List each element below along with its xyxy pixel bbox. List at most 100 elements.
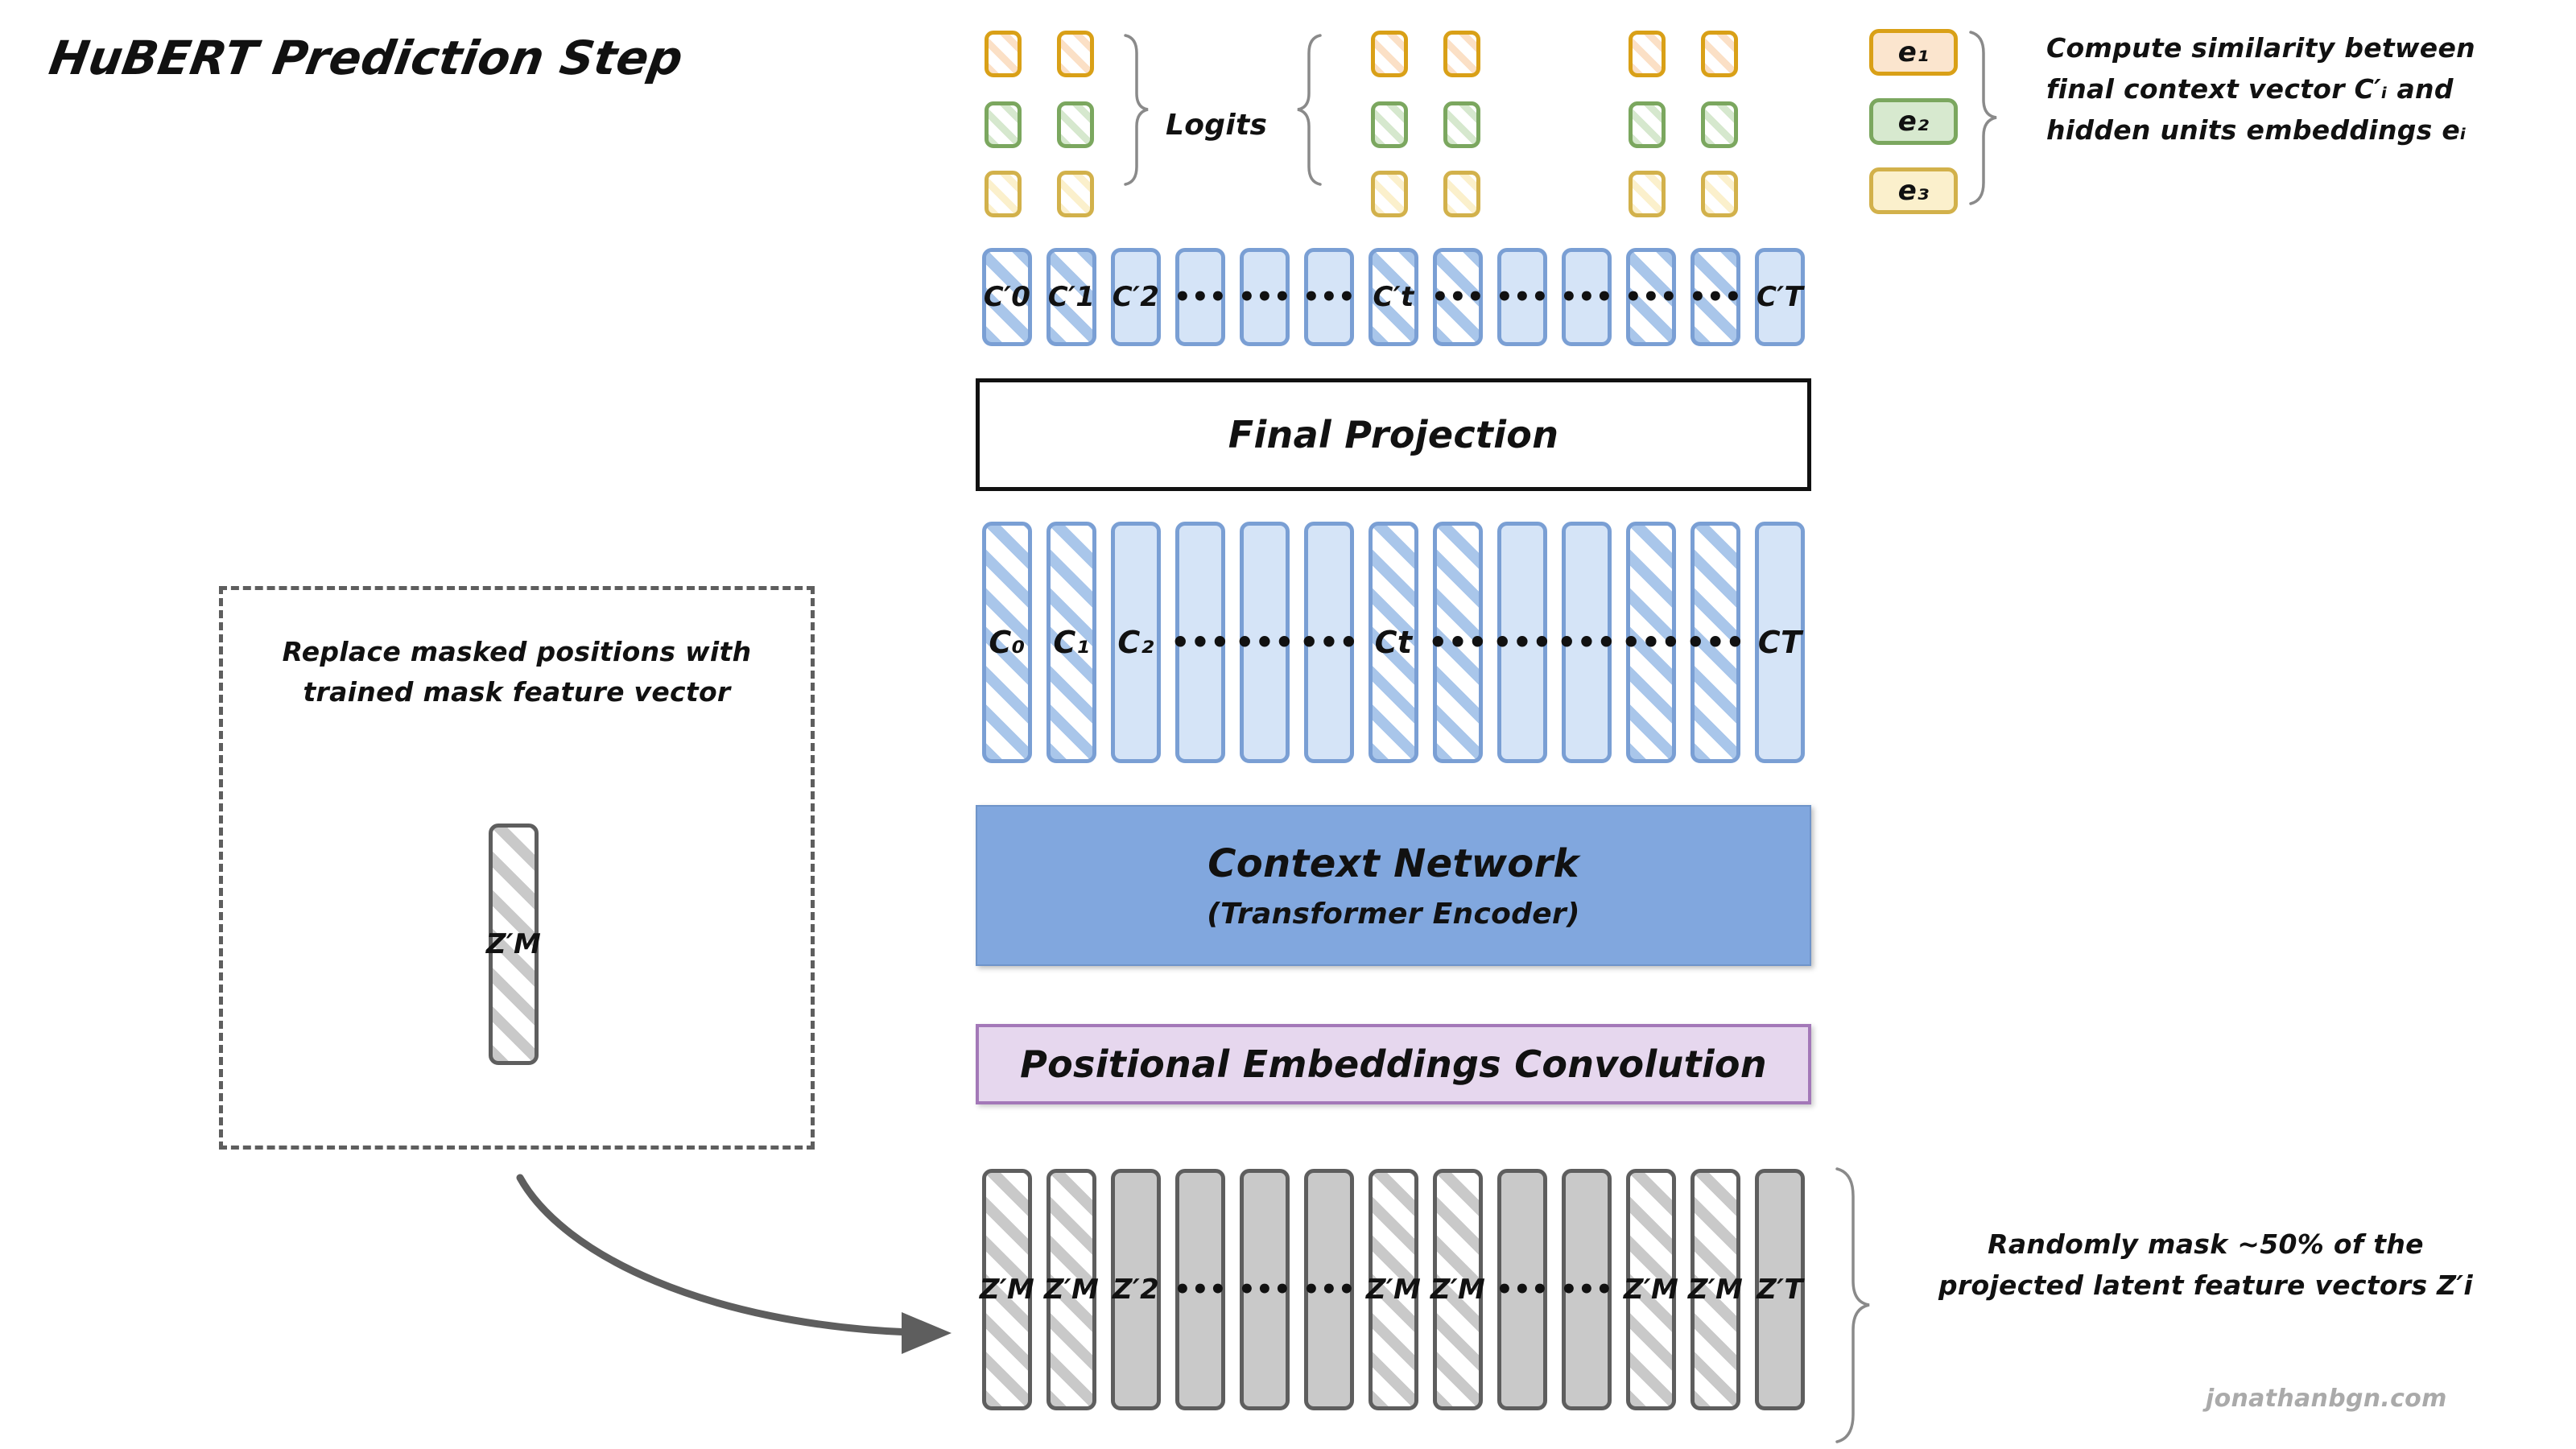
logit-cell [1443,31,1480,77]
c-label: ••• [1299,625,1359,660]
embedding-box-e3: e₃ [1869,167,1958,214]
c-box: ••• [1235,522,1294,763]
c-prime-label: ••• [1688,281,1743,313]
logit-cell [1629,31,1666,77]
z-prime-box: Z′M [1687,1169,1744,1410]
c-prime-box: C′1 [1046,248,1096,346]
c-prime-box: ••• [1302,248,1356,346]
c-prime-box: ••• [1495,248,1550,346]
c-label: CT [1757,625,1802,660]
logit-cell [1629,171,1666,217]
z-prime-label: ••• [1495,1274,1550,1306]
logit-cell [1629,101,1666,148]
z-prime-label: Z′2 [1112,1274,1160,1306]
z-prime-box: Z′2 [1111,1169,1161,1410]
mask-arrow-head [902,1312,952,1354]
c-label: ••• [1428,625,1488,660]
z-prime-label: Z′M [979,1274,1035,1306]
logits-brace-right [1297,34,1322,186]
mask-replacement-note-text: Replace masked positions with trained mas… [223,632,811,712]
embedding-box-e2: e₂ [1869,98,1958,145]
z-prime-label: Z′M [1623,1274,1679,1306]
c-label: Ct [1374,625,1413,660]
z-prime-label: Z′M [1043,1274,1100,1306]
c-box: ••• [1557,522,1616,763]
logit-cell [985,171,1022,217]
c-label: ••• [1557,625,1616,660]
c-prime-label: C′1 [1047,281,1096,313]
c-prime-label: ••• [1559,281,1614,313]
c-prime-box: C′2 [1111,248,1161,346]
z-prime-box: ••• [1302,1169,1356,1410]
positional-embeddings-block: Positional Embeddings Convolution [976,1024,1811,1104]
z-prime-label: ••• [1173,1274,1228,1306]
similarity-note: Compute similarity between final context … [2046,27,2529,151]
logit-cell [1371,171,1408,217]
z-prime-box: Z′M [1043,1169,1100,1410]
logit-cell [1443,101,1480,148]
caption-line: Replace masked positions with [282,636,752,667]
c-prime-label: ••• [1495,281,1550,313]
logit-cell [1057,31,1094,77]
c-label: C₀ [989,625,1026,660]
c-box: ••• [1299,522,1359,763]
z-prime-label: ••• [1559,1274,1614,1306]
embeddings-brace [1969,31,1997,205]
final-projection-block: Final Projection [976,378,1811,491]
logit-cell [985,31,1022,77]
c-prime-label: ••• [1173,281,1228,313]
z-prime-box: Z′M [1430,1169,1486,1410]
page-title: HuBERT Prediction Step [45,31,687,85]
c-prime-label: ••• [1430,281,1485,313]
c-prime-label: ••• [1302,281,1356,313]
c-prime-box: ••• [1430,248,1485,346]
z-prime-box: Z′M [1623,1169,1679,1410]
caption-line: hidden units embeddings eᵢ [2046,114,2467,147]
c-label: ••• [1492,625,1552,660]
z-prime-box: ••• [1559,1169,1614,1410]
c-prime-box: ••• [1173,248,1228,346]
z-prime-label: Z′M [1687,1274,1744,1306]
logit-cell [1443,171,1480,217]
logit-cell [1701,31,1738,77]
c-box: C₂ [1111,522,1161,763]
c-box: ••• [1492,522,1552,763]
z-prime-box: ••• [1495,1169,1550,1410]
c-box: Ct [1368,522,1418,763]
c-prime-label: C′0 [983,281,1031,313]
z-prime-label: Z′M [1430,1274,1486,1306]
z-prime-label: Z′T [1757,1274,1803,1306]
logit-cell [1371,101,1408,148]
c-prime-label: ••• [1624,281,1678,313]
context-network-block: Context Network (Transformer Encoder) [976,805,1811,966]
logit-cell [1371,31,1408,77]
embedding-label: e₁ [1897,36,1930,68]
mask-replacement-note-box: Replace masked positions with trained mas… [219,586,815,1150]
c-label: ••• [1686,625,1745,660]
c-label: C₁ [1053,625,1090,660]
caption-line: Compute similarity between [2046,32,2475,64]
z-prime-box: ••• [1237,1169,1292,1410]
logit-cell [1701,171,1738,217]
logits-brace-left [1124,34,1149,186]
logit-cell [985,101,1022,148]
logits-label: Logits [1166,109,1268,142]
caption-line: projected latent feature vectors Z′i [1938,1269,2474,1302]
embedding-box-e1: e₁ [1869,29,1958,76]
z-prime-label: ••• [1302,1274,1356,1306]
c-prime-box: ••• [1559,248,1614,346]
context-network-subtitle: (Transformer Encoder) [1207,897,1580,931]
mask-feature-vector-label: Z′M [485,928,542,960]
z-prime-label: ••• [1237,1274,1292,1306]
final-projection-label: Final Projection [1228,413,1559,456]
c-box: C₀ [982,522,1032,763]
c-prime-box: C′0 [982,248,1032,346]
c-box: ••• [1170,522,1230,763]
c-label: C₂ [1117,625,1154,660]
c-box: ••• [1686,522,1745,763]
c-box: CT [1755,522,1805,763]
context-network-title: Context Network [1208,840,1579,886]
c-prime-box: ••• [1624,248,1678,346]
watermark: jonathanbgn.com [2206,1385,2447,1413]
caption-line: final context vector C′ᵢ and [2046,73,2454,105]
